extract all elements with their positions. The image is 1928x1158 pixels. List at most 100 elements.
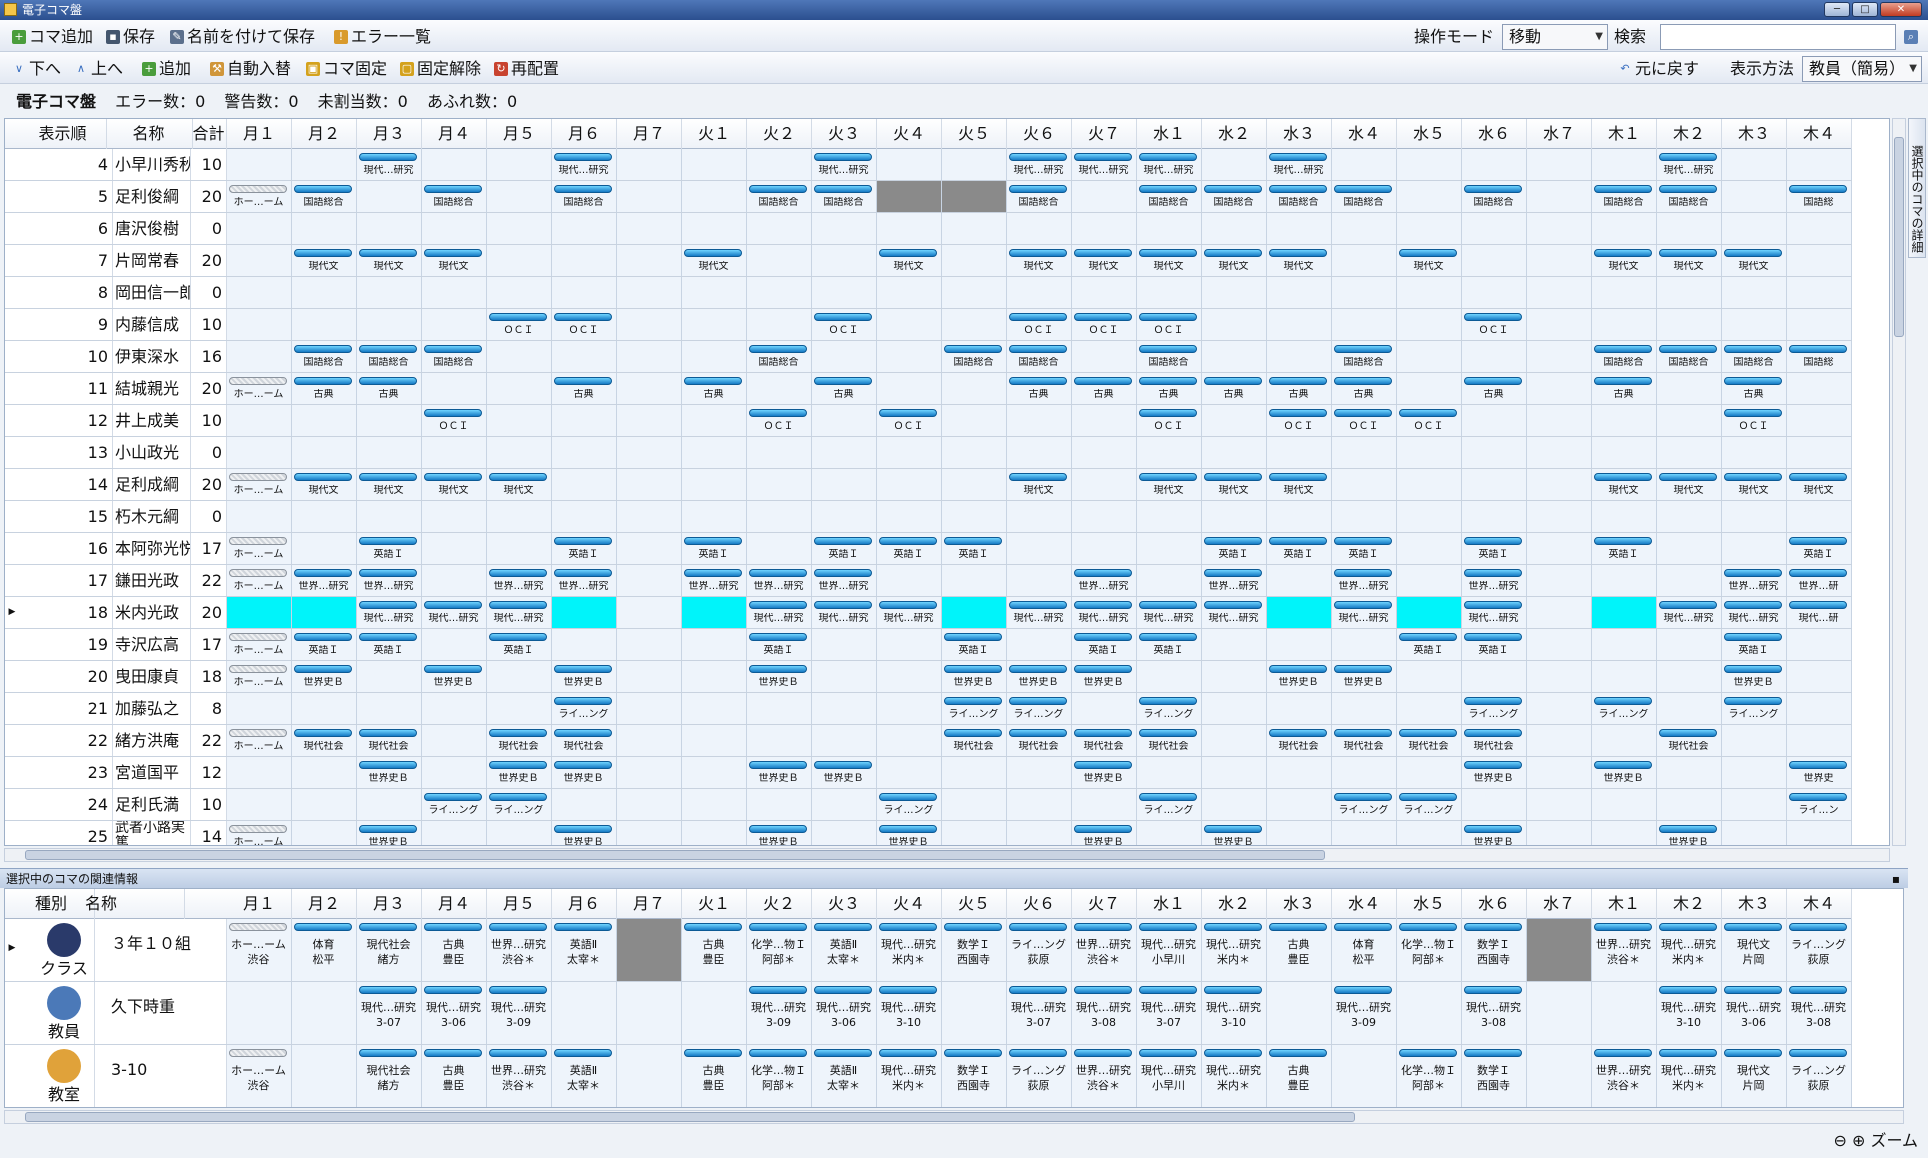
- time-slot[interactable]: ライ…ン: [1787, 789, 1852, 820]
- time-slot[interactable]: 現代…研究 3-10: [1202, 982, 1267, 1044]
- time-slot[interactable]: [292, 533, 357, 564]
- time-slot[interactable]: [812, 693, 877, 724]
- time-slot[interactable]: [422, 437, 487, 468]
- lesson-piece[interactable]: [1724, 249, 1782, 257]
- time-slot[interactable]: 現代文: [1202, 245, 1267, 276]
- lesson-piece[interactable]: [1464, 569, 1522, 577]
- lesson-piece[interactable]: [1074, 729, 1132, 737]
- time-slot[interactable]: [1657, 565, 1722, 596]
- time-slot[interactable]: ホー…ーム: [227, 181, 292, 212]
- time-slot[interactable]: [1072, 533, 1137, 564]
- time-slot[interactable]: [1527, 789, 1592, 820]
- lesson-piece[interactable]: [1269, 185, 1327, 193]
- row-name[interactable]: 内藤信成: [113, 309, 191, 340]
- lesson-piece[interactable]: [1204, 1049, 1262, 1057]
- time-slot[interactable]: [877, 725, 942, 756]
- lesson-piece[interactable]: [294, 665, 352, 673]
- lesson-piece[interactable]: [944, 537, 1002, 545]
- time-slot[interactable]: [1397, 661, 1462, 692]
- time-slot[interactable]: 世界史Ｂ: [942, 661, 1007, 692]
- time-slot[interactable]: [422, 149, 487, 180]
- time-slot[interactable]: 現代…研究: [1657, 597, 1722, 628]
- time-slot[interactable]: 世界史Ｂ: [1722, 661, 1787, 692]
- time-slot[interactable]: [617, 181, 682, 212]
- time-slot[interactable]: [1527, 213, 1592, 244]
- table-row[interactable]: 10 伊東深水 16 国語総合 国語総合 国語総合 国語総合 国語総合 国語総合 国語総合 国語総合…: [5, 341, 1852, 373]
- lesson-piece[interactable]: [1334, 377, 1392, 385]
- lesson-piece[interactable]: [1269, 409, 1327, 417]
- time-slot[interactable]: 現代社会: [552, 725, 617, 756]
- lesson-piece[interactable]: [944, 665, 1002, 673]
- lesson-piece[interactable]: [1139, 697, 1197, 705]
- lesson-piece[interactable]: [294, 729, 352, 737]
- time-slot[interactable]: [942, 149, 1007, 180]
- lesson-piece[interactable]: [359, 986, 417, 994]
- lesson-piece[interactable]: [749, 409, 807, 417]
- time-slot[interactable]: [1592, 661, 1657, 692]
- time-slot[interactable]: [747, 213, 812, 244]
- lesson-piece[interactable]: [489, 793, 547, 801]
- time-slot[interactable]: [1527, 309, 1592, 340]
- time-slot[interactable]: 古典: [1722, 373, 1787, 404]
- time-slot[interactable]: [942, 437, 1007, 468]
- lesson-piece[interactable]: [489, 313, 547, 321]
- time-slot[interactable]: [227, 693, 292, 724]
- period-header[interactable]: 月３: [357, 119, 422, 149]
- time-slot[interactable]: [942, 277, 1007, 308]
- lesson-piece[interactable]: [814, 153, 872, 161]
- time-slot[interactable]: [357, 309, 422, 340]
- table-row[interactable]: 24 足利氏満 10 ライ…ング ライ…ング ライ…ング ライ…ング ライ…ング ライ…ング ライ…: [5, 789, 1852, 821]
- time-slot[interactable]: [1657, 501, 1722, 532]
- lesson-piece[interactable]: [554, 825, 612, 833]
- time-slot[interactable]: [812, 661, 877, 692]
- time-slot[interactable]: [1592, 982, 1657, 1044]
- time-slot[interactable]: [1007, 821, 1072, 845]
- lesson-piece[interactable]: [1334, 185, 1392, 193]
- time-slot[interactable]: [1397, 821, 1462, 845]
- time-slot[interactable]: 現代…研究 米内＊: [1657, 1045, 1722, 1107]
- lesson-piece[interactable]: [1139, 249, 1197, 257]
- lesson-piece[interactable]: [1139, 729, 1197, 737]
- lesson-piece[interactable]: [1074, 313, 1132, 321]
- time-slot[interactable]: [1397, 149, 1462, 180]
- lesson-piece[interactable]: [489, 633, 547, 641]
- time-slot[interactable]: [1527, 277, 1592, 308]
- lesson-piece[interactable]: [1269, 537, 1327, 545]
- lesson-piece[interactable]: [1009, 473, 1067, 481]
- time-slot[interactable]: [747, 693, 812, 724]
- time-slot[interactable]: ホー…ーム 渋谷: [227, 919, 292, 981]
- time-slot[interactable]: 国語総合: [422, 181, 487, 212]
- time-slot[interactable]: [1657, 533, 1722, 564]
- time-slot[interactable]: [1462, 277, 1527, 308]
- time-slot[interactable]: 英語Ｉ: [942, 533, 1007, 564]
- lesson-piece[interactable]: [814, 986, 872, 994]
- time-slot[interactable]: [1202, 725, 1267, 756]
- move-down-button[interactable]: ∨ 下へ: [12, 58, 61, 80]
- time-slot[interactable]: [292, 982, 357, 1044]
- time-slot[interactable]: [1267, 437, 1332, 468]
- time-slot[interactable]: [1722, 213, 1787, 244]
- lesson-piece[interactable]: [489, 569, 547, 577]
- lesson-piece[interactable]: [294, 569, 352, 577]
- column-header[interactable]: 名称: [105, 119, 193, 149]
- time-slot[interactable]: 英語Ｉ: [747, 629, 812, 660]
- time-slot[interactable]: [227, 757, 292, 788]
- time-slot[interactable]: [1072, 213, 1137, 244]
- lesson-piece[interactable]: [424, 249, 482, 257]
- lesson-piece[interactable]: [554, 1049, 612, 1057]
- time-slot[interactable]: [1007, 277, 1072, 308]
- lesson-piece[interactable]: [1074, 665, 1132, 673]
- lesson-piece[interactable]: [684, 377, 742, 385]
- zoom-out-icon[interactable]: ⊖: [1833, 1131, 1846, 1150]
- time-slot[interactable]: 英語Ｉ: [1397, 629, 1462, 660]
- time-slot[interactable]: [1072, 693, 1137, 724]
- time-slot[interactable]: 世界史Ｂ: [1072, 821, 1137, 845]
- column-header[interactable]: 名称: [85, 889, 185, 919]
- time-slot[interactable]: [1527, 661, 1592, 692]
- time-slot[interactable]: 世界史Ｂ: [1072, 661, 1137, 692]
- lesson-piece[interactable]: [489, 761, 547, 769]
- time-slot[interactable]: [877, 565, 942, 596]
- lesson-piece[interactable]: [1334, 569, 1392, 577]
- time-slot[interactable]: 世界史: [1787, 757, 1852, 788]
- lesson-piece[interactable]: [1789, 537, 1847, 545]
